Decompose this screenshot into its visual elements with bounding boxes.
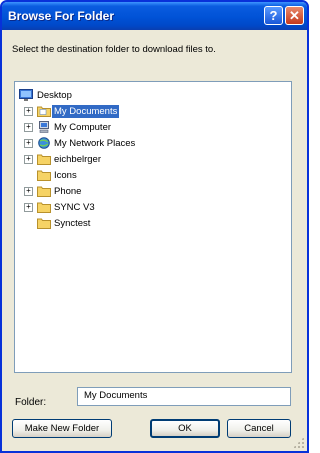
expand-toggle[interactable]: + xyxy=(24,203,33,212)
tree-item-label: SYNC V3 xyxy=(54,202,95,213)
folder-icon xyxy=(37,202,51,213)
tree-item-label: Synctest xyxy=(54,218,91,229)
tree-item-label: Desktop xyxy=(37,90,72,101)
folder-tree[interactable]: Desktop + My Documents + My Computer + M… xyxy=(14,81,292,373)
tree-item-phone[interactable]: + Phone xyxy=(15,185,215,198)
expand-toggle[interactable]: + xyxy=(24,139,33,148)
tree-item-label: Icons xyxy=(54,170,77,181)
tree-root-desktop[interactable]: Desktop xyxy=(19,89,179,102)
dialog-title: Browse For Folder xyxy=(8,9,115,23)
tree-item-label: Phone xyxy=(54,186,82,197)
desktop-icon xyxy=(19,89,33,101)
browse-for-folder-dialog: Browse For Folder ? ✕ Select the destina… xyxy=(0,0,309,453)
folder-icon xyxy=(37,186,51,197)
tree-item-label: My Documents xyxy=(52,105,120,118)
help-button[interactable]: ? xyxy=(264,6,283,25)
ok-button[interactable]: OK xyxy=(150,419,220,438)
instruction-text: Select the destination folder to downloa… xyxy=(12,44,216,55)
expand-toggle[interactable]: + xyxy=(24,187,33,196)
folder-field-label: Folder: xyxy=(15,397,47,408)
title-bar[interactable]: Browse For Folder ? ✕ xyxy=(2,2,307,30)
cancel-button[interactable]: Cancel xyxy=(227,419,291,438)
tree-item-label: My Network Places xyxy=(54,138,136,149)
tree-item-my-computer[interactable]: + My Computer xyxy=(15,121,215,134)
network-places-icon xyxy=(38,137,50,149)
close-button[interactable]: ✕ xyxy=(285,6,304,25)
folder-icon xyxy=(37,218,51,229)
tree-item-icons[interactable]: Icons xyxy=(15,169,215,182)
tree-item-my-documents[interactable]: + My Documents xyxy=(15,105,215,118)
expand-toggle[interactable]: + xyxy=(24,123,33,132)
my-computer-icon xyxy=(39,121,49,133)
make-new-folder-button[interactable]: Make New Folder xyxy=(12,419,112,438)
tree-item-sync-v3[interactable]: + SYNC V3 xyxy=(15,201,215,214)
tree-item-synctest[interactable]: Synctest xyxy=(15,217,215,230)
my-documents-folder-icon xyxy=(37,106,51,117)
tree-item-my-network-places[interactable]: + My Network Places xyxy=(15,137,215,150)
resize-grip[interactable] xyxy=(293,437,304,448)
expand-toggle[interactable]: + xyxy=(24,107,33,116)
expand-toggle[interactable]: + xyxy=(24,155,33,164)
folder-icon xyxy=(37,154,51,165)
tree-item-label: My Computer xyxy=(54,122,112,133)
tree-item-label: eichbelrger xyxy=(54,154,101,165)
folder-icon xyxy=(37,170,51,181)
tree-item-eichbelrger[interactable]: + eichbelrger xyxy=(15,153,215,166)
folder-path-input[interactable]: My Documents xyxy=(77,387,291,406)
